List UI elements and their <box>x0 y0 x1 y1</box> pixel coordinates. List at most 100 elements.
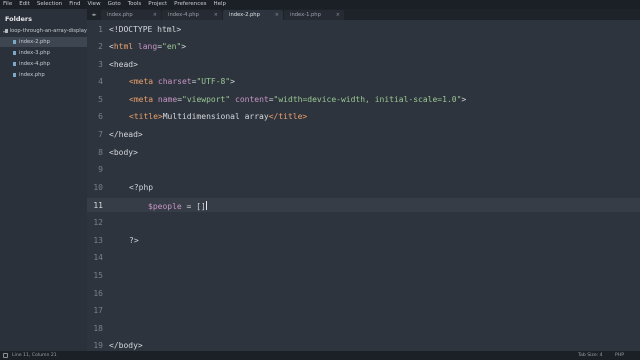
code-line-2: <html lang="en"> <box>109 42 186 51</box>
line-number: 18 <box>93 324 103 333</box>
close-icon[interactable]: × <box>336 12 340 18</box>
sidebar-title: Folders <box>5 15 33 23</box>
html-attr: charset <box>153 77 192 86</box>
menu-view[interactable]: View <box>88 0 101 9</box>
tab-index[interactable]: index.php × <box>101 10 161 20</box>
code-editor[interactable]: 1 2 3 4 5 6 7 8 9 10 11 12 13 14 15 16 1… <box>87 20 640 351</box>
code-line-4: <meta charset="UTF-8"> <box>129 77 235 86</box>
php-assignment: = [] <box>181 202 206 211</box>
code-line-7: </head> <box>109 130 143 139</box>
attr-value: "viewport" <box>182 95 231 104</box>
menu-file[interactable]: File <box>3 0 12 9</box>
menu-bar: File Edit Selection Find View Goto Tools… <box>0 0 640 9</box>
file-name: index.php <box>19 72 45 78</box>
close-icon[interactable]: × <box>214 12 218 18</box>
line-gutter: 1 2 3 4 5 6 7 8 9 10 11 12 13 14 15 16 1… <box>87 20 105 351</box>
php-close-tag: ?> <box>129 236 139 245</box>
title-open-tag: <title> <box>129 112 163 121</box>
line-number: 12 <box>93 218 103 227</box>
tab-bar: ◂ ▸ index.php × index-4.php × index-2.php… <box>87 9 640 20</box>
file-icon <box>13 40 16 44</box>
file-icon <box>13 73 16 77</box>
text-cursor <box>205 201 207 210</box>
sidebar: Folders ▾ loop-through-an-array-display … <box>0 9 87 351</box>
line-number: 10 <box>93 183 103 192</box>
code-punct: > <box>230 77 235 86</box>
line-number-current: 11 <box>93 201 103 210</box>
line-number: 17 <box>93 306 103 315</box>
folder-icon <box>5 29 8 33</box>
line-number: 3 <box>98 60 103 69</box>
line-number: 4 <box>98 77 103 86</box>
cursor-position: Line 11, Column 21 <box>12 353 57 358</box>
close-icon[interactable]: × <box>153 12 157 18</box>
php-open-tag: <?php <box>129 183 154 192</box>
menu-tools[interactable]: Tools <box>128 0 142 9</box>
tab-index-2[interactable]: index-2.php × <box>223 10 283 20</box>
line-number: 6 <box>98 112 103 121</box>
sidebar-folder[interactable]: ▾ loop-through-an-array-display <box>3 27 87 35</box>
tab-label: index-4.php <box>168 12 199 18</box>
tab-index-1[interactable]: index-1.php × <box>284 10 344 20</box>
line-number: 5 <box>98 95 103 104</box>
code-punct: > <box>181 42 187 51</box>
line-number: 16 <box>93 289 103 298</box>
menu-goto[interactable]: Goto <box>108 0 121 9</box>
html-attr: lang <box>133 42 158 51</box>
folder-name: loop-through-an-array-display <box>9 28 87 34</box>
php-variable: $people <box>148 202 182 211</box>
head-close-tag: </head> <box>109 130 143 139</box>
syntax-selector[interactable]: PHP <box>615 351 624 360</box>
tab-size-selector[interactable]: Tab Size: 4 <box>578 351 603 360</box>
menu-project[interactable]: Project <box>148 0 167 9</box>
line-number: 14 <box>93 253 103 262</box>
code-line-19: </body> <box>109 341 143 350</box>
code-line-13: ?> <box>129 236 139 245</box>
menu-selection[interactable]: Selection <box>37 0 62 9</box>
menu-help[interactable]: Help <box>213 0 226 9</box>
sidebar-file-index[interactable]: index.php <box>0 70 87 80</box>
html-attr: name <box>153 95 178 104</box>
sidebar-file-index-4[interactable]: index-4.php <box>0 59 87 69</box>
sidebar-file-index-2[interactable]: index-2.php <box>0 37 87 47</box>
code-line-3: <head> <box>109 60 138 69</box>
close-icon[interactable]: × <box>275 12 279 18</box>
file-name: index-4.php <box>19 61 50 67</box>
editor-window: File Edit Selection Find View Goto Tools… <box>0 0 640 360</box>
head-open-tag: <head> <box>109 60 138 69</box>
title-close-tag: </title> <box>268 112 308 121</box>
panel-toggle-icon[interactable] <box>3 353 8 358</box>
line-number: 15 <box>93 271 103 280</box>
attr-value: "en" <box>162 42 182 51</box>
menu-edit[interactable]: Edit <box>19 0 30 9</box>
body-close-tag: </body> <box>109 341 143 350</box>
code-line-1: <!DOCTYPE html> <box>109 25 181 34</box>
tab-label: index-2.php <box>229 12 260 18</box>
file-icon <box>13 51 16 55</box>
tab-nav-arrows[interactable]: ◂ ▸ <box>87 9 101 20</box>
code-line-11: $people = [] <box>148 201 207 211</box>
code-punct: > <box>461 95 467 104</box>
html-attr: content <box>230 95 269 104</box>
line-number: 9 <box>98 165 103 174</box>
tab-index-4[interactable]: index-4.php × <box>162 10 222 20</box>
code-line-8: <body> <box>109 148 138 157</box>
menu-preferences[interactable]: Preferences <box>174 0 206 9</box>
menu-find[interactable]: Find <box>69 0 80 9</box>
meta-tag: <meta <box>129 77 154 86</box>
title-text: Multidimensional array <box>162 112 269 121</box>
line-number: 2 <box>98 42 103 51</box>
chevron-right-icon[interactable]: ▸ <box>94 12 97 18</box>
tab-label: index.php <box>107 12 133 18</box>
file-name: index-2.php <box>19 39 50 45</box>
attr-value: "UTF-8" <box>196 77 231 86</box>
doctype: <!DOCTYPE html> <box>109 25 182 34</box>
status-bar: Line 11, Column 21 Tab Size: 4 PHP <box>0 351 640 360</box>
file-name: index-3.php <box>19 50 50 56</box>
line-number: 1 <box>98 25 103 34</box>
line-number: 8 <box>98 148 103 157</box>
file-icon <box>13 62 16 66</box>
body-open-tag: <body> <box>109 148 138 157</box>
html-tag: html <box>113 42 134 51</box>
sidebar-file-index-3[interactable]: index-3.php <box>0 48 87 58</box>
